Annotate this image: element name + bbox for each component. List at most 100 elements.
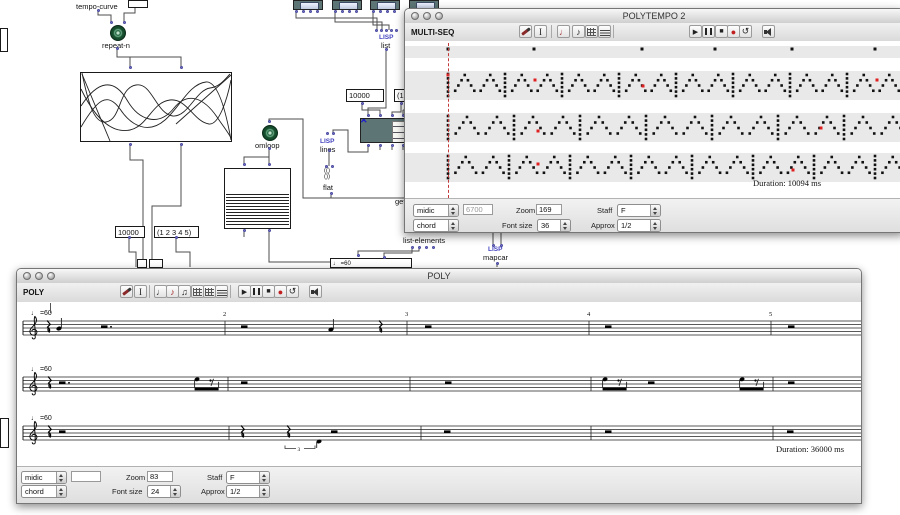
zoom-field[interactable]	[147, 471, 173, 482]
port-dot[interactable]	[380, 29, 383, 32]
zoom-button[interactable]	[47, 272, 55, 280]
staff-select[interactable]: F	[226, 471, 270, 484]
param2-select[interactable]: chord	[21, 485, 67, 498]
edit-cursor[interactable]	[50, 303, 51, 313]
port-dot[interactable]	[331, 165, 334, 168]
zoom-button[interactable]	[435, 12, 443, 20]
fragment-box[interactable]	[0, 418, 9, 448]
close-button[interactable]	[23, 272, 31, 280]
port-dot[interactable]	[341, 10, 344, 13]
zoom-field[interactable]	[536, 204, 562, 215]
staff-system[interactable]: ♩ =60	[23, 310, 861, 339]
ibeam-icon[interactable]: I	[134, 285, 147, 298]
staff-lines-icon[interactable]	[215, 285, 228, 298]
stepper-icon[interactable]	[448, 220, 458, 231]
port-dot[interactable]	[367, 114, 370, 117]
fontsize-select[interactable]: 36	[537, 219, 571, 232]
port-dot[interactable]	[268, 163, 271, 166]
port-dot[interactable]	[379, 144, 382, 147]
port-dot[interactable]	[243, 229, 246, 232]
port-dot[interactable]	[411, 246, 414, 249]
fragment-box[interactable]	[137, 259, 147, 268]
port-dot[interactable]	[268, 120, 271, 123]
speaker-icon[interactable]	[762, 25, 775, 38]
port-dot[interactable]	[385, 29, 388, 32]
port-dot[interactable]	[243, 163, 246, 166]
pause-icon[interactable]	[702, 25, 715, 38]
port-dot[interactable]	[129, 143, 132, 146]
port-dot[interactable]	[383, 256, 386, 259]
port-dot[interactable]	[372, 10, 375, 13]
port-dot[interactable]	[393, 10, 396, 13]
bpf-curve-box[interactable]	[80, 72, 232, 142]
port-dot[interactable]	[316, 10, 319, 13]
play-icon[interactable]: ▶	[689, 25, 702, 38]
port-dot[interactable]	[302, 10, 305, 13]
port-dot[interactable]	[379, 10, 382, 13]
stepper-icon[interactable]	[448, 205, 458, 216]
port-dot[interactable]	[386, 10, 389, 13]
factory-box[interactable]	[293, 0, 323, 10]
port-dot[interactable]	[334, 10, 337, 13]
multiseq-score-area[interactable]: Duration: 10094 ms	[405, 41, 900, 198]
port-dot[interactable]	[123, 21, 126, 24]
port-dot[interactable]	[367, 144, 370, 147]
port-dot[interactable]	[325, 165, 328, 168]
speaker-icon[interactable]	[309, 285, 322, 298]
port-dot[interactable]	[116, 47, 119, 50]
port-dot[interactable]	[496, 262, 499, 265]
param1-select[interactable]: midic	[413, 204, 459, 217]
staff-lines-icon[interactable]	[598, 25, 611, 38]
port-dot[interactable]	[391, 144, 394, 147]
voice-box-tempo[interactable]: ♩ =60	[330, 258, 412, 268]
ibeam-icon[interactable]: I	[534, 25, 547, 38]
factory-box[interactable]	[370, 0, 400, 10]
param1-select[interactable]: midic	[21, 471, 67, 484]
port-dot[interactable]	[390, 29, 393, 32]
port-dot[interactable]	[175, 236, 178, 239]
port-dot[interactable]	[375, 29, 378, 32]
stepper-icon[interactable]	[259, 486, 269, 497]
port-dot[interactable]	[129, 66, 132, 69]
port-dot[interactable]	[268, 229, 271, 232]
port-dot[interactable]	[400, 102, 403, 105]
stepper-icon[interactable]	[56, 486, 66, 497]
stepper-icon[interactable]	[56, 472, 66, 483]
titlebar[interactable]: POLY	[17, 269, 861, 284]
port-dot[interactable]	[492, 244, 495, 247]
port-dot[interactable]	[425, 246, 428, 249]
port-dot[interactable]	[500, 244, 503, 247]
port-dot[interactable]	[395, 29, 398, 32]
loop-icon[interactable]: ↺	[739, 25, 752, 38]
fragment-box[interactable]	[149, 259, 163, 268]
param2-select[interactable]: chord	[413, 219, 459, 232]
port-dot[interactable]	[418, 246, 421, 249]
port-dot[interactable]	[295, 10, 298, 13]
port-dot[interactable]	[357, 254, 360, 257]
eighth-note-icon[interactable]: ♪	[572, 25, 585, 38]
port-dot[interactable]	[361, 102, 364, 105]
constant-box-10000[interactable]: 10000	[346, 89, 384, 102]
playback-cursor[interactable]	[448, 43, 449, 198]
fragment-box[interactable]	[0, 28, 8, 52]
pencil-icon[interactable]	[519, 25, 532, 38]
quarter-note-icon[interactable]: ♩	[557, 25, 570, 38]
staff-select[interactable]: F	[617, 204, 661, 217]
port-dot[interactable]	[128, 236, 131, 239]
port-dot[interactable]	[180, 143, 183, 146]
titlebar[interactable]: POLYTEMPO 2	[405, 9, 900, 24]
loop-icon[interactable]: ↺	[286, 285, 299, 298]
port-dot[interactable]	[110, 21, 113, 24]
close-button[interactable]	[411, 12, 419, 20]
repeat-n-icon[interactable]	[110, 25, 126, 41]
port-dot[interactable]	[309, 10, 312, 13]
midic-value-field[interactable]	[71, 471, 101, 482]
pencil-icon[interactable]	[120, 285, 133, 298]
stepper-icon[interactable]	[560, 220, 570, 231]
port-dot[interactable]	[355, 10, 358, 13]
stepper-icon[interactable]	[650, 205, 660, 216]
port-dot[interactable]	[326, 132, 329, 135]
stepper-icon[interactable]	[259, 472, 269, 483]
port-dot[interactable]	[328, 149, 331, 152]
port-dot[interactable]	[348, 10, 351, 13]
